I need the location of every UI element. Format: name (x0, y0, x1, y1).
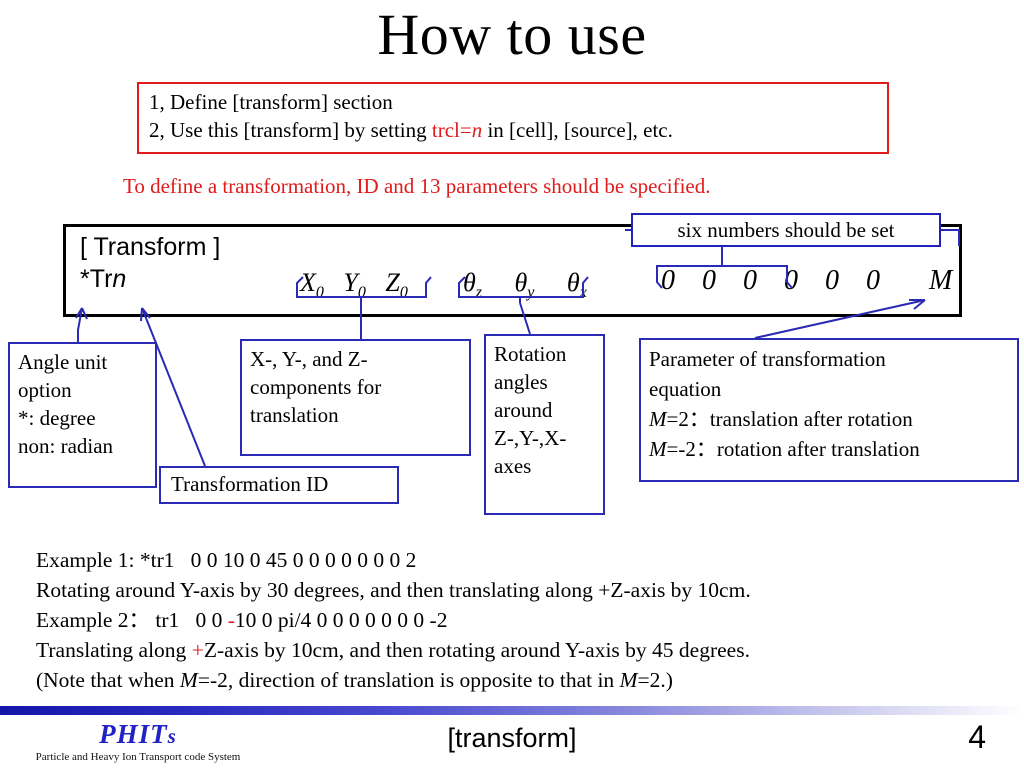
param-z0: Z0 (385, 268, 408, 302)
param-eq-line-4: M=-2：rotation after translation (649, 434, 1009, 464)
step-2-suffix: in [cell], [source], etc. (482, 118, 673, 142)
examples-block: Example 1: *tr1 0 0 10 0 45 0 0 0 0 0 0 … (36, 545, 1011, 695)
example-2-values-a: 0 0 (195, 608, 228, 632)
xyz-line-1: X-, Y-, and Z- (250, 347, 368, 371)
rotation-line-5: axes (494, 454, 532, 478)
step-1-text: 1, Define [transform] section (149, 90, 393, 114)
param-eq-line-3: M=2：translation after rotation (649, 404, 1009, 434)
example-2-line: Example 2： tr1 0 0 -10 0 pi/4 0 0 0 0 0 … (36, 605, 1011, 635)
example-2-minus-sign: - (227, 608, 235, 632)
param-theta-x: θx (566, 268, 587, 302)
note-m-2: M (619, 668, 638, 692)
example-1-description: Rotating around Y-axis by 30 degrees, an… (36, 578, 751, 602)
xyz-line-2: components for (250, 375, 382, 399)
steps-callout-box: 1, Define [transform] section 2, Use thi… (137, 82, 889, 154)
annotation-xyz-components: X-, Y-, and Z- components for translatio… (240, 339, 471, 456)
rotation-line-1: Rotation (494, 342, 567, 366)
six-numbers-callout: six numbers should be set (631, 213, 941, 247)
rotation-line-4: Z-,Y-,X- (494, 426, 567, 450)
rotation-line-2: angles (494, 370, 548, 394)
note-m-1: M (179, 668, 198, 692)
param-theta-y: θy (514, 268, 535, 302)
translation-params: X0 Y0 Z0 (300, 268, 408, 308)
param-y0: Y0 (343, 268, 366, 302)
examples-note: (Note that when M=-2, direction of trans… (36, 665, 1011, 695)
page-number: 4 (968, 719, 986, 755)
angle-unit-line-4: non: radian (18, 434, 114, 458)
m-var-neg: M (649, 437, 667, 461)
footer-section-label: [transform] (447, 723, 577, 753)
angle-unit-line-2: option (18, 378, 72, 402)
m-var-pos: M (649, 407, 667, 431)
param-eq-line-2: equation (649, 377, 722, 401)
annotation-angle-unit: Angle unit option *: degree non: radian (8, 342, 157, 488)
m-pos-desc: =2：translation after rotation (666, 407, 913, 431)
page-title: How to use (377, 2, 647, 67)
m-param: M (929, 265, 953, 296)
note-a: (Note that when (36, 668, 180, 692)
slide-canvas: How to use 1, Define [transform] section… (0, 0, 1024, 768)
card-id-var: n (112, 265, 127, 293)
example-2-label: Example 2： tr1 (36, 608, 180, 632)
example-2-desc-b: Z-axis by 10cm, and then rotating around… (203, 638, 750, 662)
annotation-transformation-id: Transformation ID (159, 466, 399, 504)
rotation-params: θz θy θx (463, 268, 587, 308)
example-1-values: 0 0 10 0 45 0 0 0 0 0 0 0 2 (190, 548, 417, 572)
rotation-line-3: around (494, 398, 553, 422)
example-1-line: Example 1: *tr1 0 0 10 0 45 0 0 0 0 0 0 … (36, 545, 1011, 575)
step-2-prefix: 2, Use this [transform] by setting (149, 118, 432, 142)
card-prefix: *Tr (80, 265, 113, 293)
annotation-rotation-angles: Rotation angles around Z-,Y-,X- axes (484, 334, 605, 515)
transform-card-line: *Trn (80, 265, 126, 294)
step-2-text: 2, Use this [transform] by setting trcl=… (149, 118, 673, 143)
param-x0: X0 (300, 268, 324, 302)
example-2-desc-a: Translating along (36, 638, 192, 662)
angle-unit-line-1: Angle unit (18, 350, 108, 374)
m-neg-desc: =-2：rotation after translation (666, 437, 920, 461)
angle-unit-line-3: *: degree (18, 406, 96, 430)
footer-gradient-bar (0, 706, 1024, 715)
example-2-plus-sign: + (191, 638, 204, 662)
annotation-parameter-equation: Parameter of transformation equation M=2… (639, 338, 1019, 482)
six-zero-params: 0 0 0 0 0 0 (661, 265, 890, 296)
xyz-line-3: translation (250, 403, 339, 427)
trcl-n-var: n (471, 118, 483, 142)
note-c: =2.) (637, 668, 673, 692)
param-theta-z: θz (463, 268, 483, 302)
red-instruction-note: To define a transformation, ID and 13 pa… (123, 174, 711, 198)
trcl-keyword: trcl= (431, 118, 472, 142)
note-b: =-2, direction of translation is opposit… (197, 668, 620, 692)
example-2-values-b: 10 0 pi/4 0 0 0 0 0 0 0 -2 (234, 608, 448, 632)
example-2-description: Translating along +Z-axis by 10cm, and t… (36, 635, 1011, 665)
transform-section-name: [ Transform ] (80, 233, 221, 261)
param-eq-line-1: Parameter of transformation (649, 347, 886, 371)
example-1-label: Example 1: *tr1 (36, 548, 175, 572)
